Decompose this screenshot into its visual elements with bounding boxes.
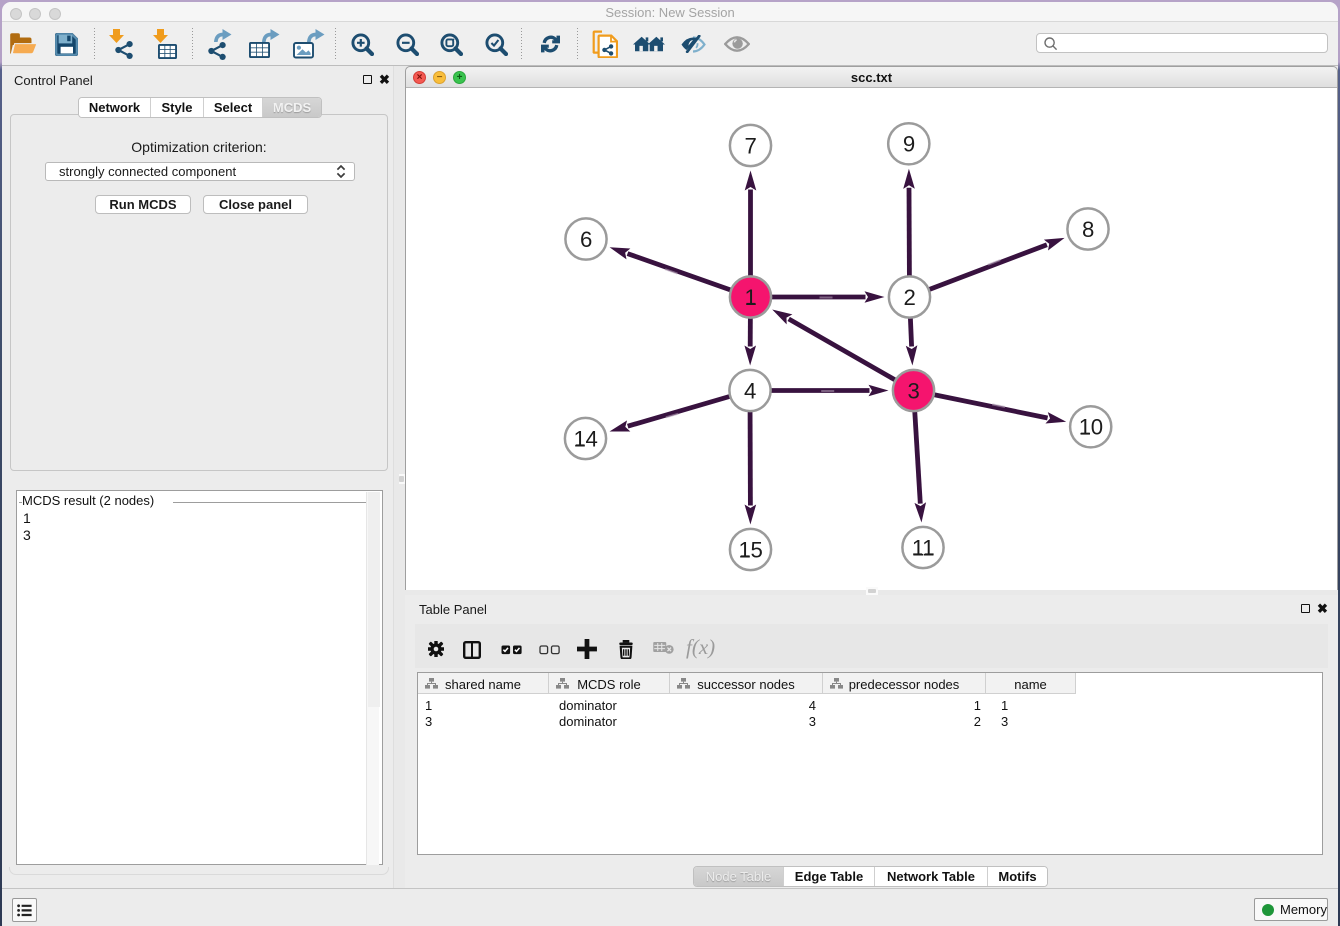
svg-text:1: 1	[745, 285, 757, 310]
svg-text:11: 11	[912, 535, 934, 560]
svg-text:15: 15	[739, 537, 763, 562]
svg-text:2: 2	[904, 285, 916, 310]
svg-text:9: 9	[903, 132, 915, 157]
svg-text:7: 7	[745, 133, 757, 158]
svg-text:3: 3	[908, 378, 920, 403]
svg-text:6: 6	[580, 227, 592, 252]
svg-text:4: 4	[744, 378, 756, 403]
svg-text:10: 10	[1079, 415, 1103, 440]
svg-text:8: 8	[1082, 217, 1094, 242]
svg-text:14: 14	[574, 426, 598, 451]
